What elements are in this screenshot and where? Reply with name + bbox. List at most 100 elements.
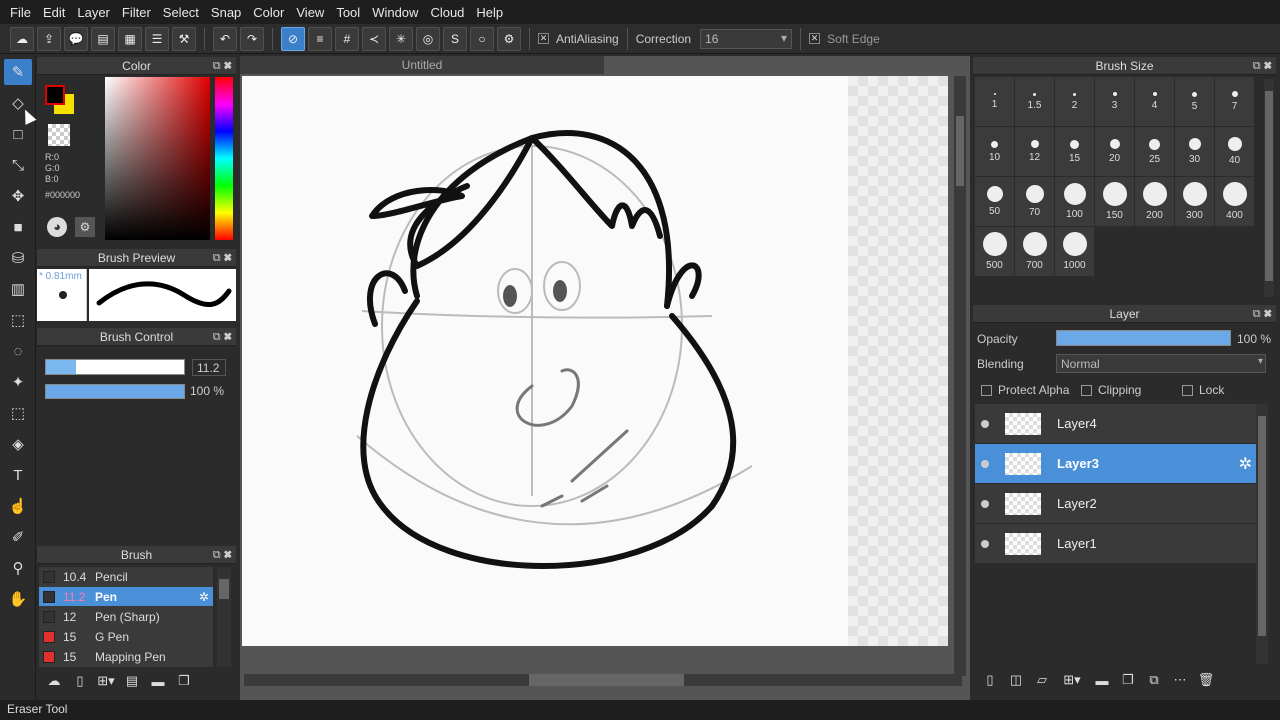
divide-tool-icon[interactable]: ✐ xyxy=(4,524,32,550)
blending-dropdown[interactable]: Normal xyxy=(1056,354,1266,373)
protect-alpha-checkbox[interactable]: Protect Alpha xyxy=(981,383,1069,397)
layer-opacity-slider[interactable] xyxy=(1056,330,1231,346)
brush-size-option[interactable]: 7 xyxy=(1215,77,1255,127)
grid-snap-icon[interactable]: # xyxy=(335,26,359,51)
clipping-checkbox[interactable]: Clipping xyxy=(1081,383,1141,397)
delete-layer-icon[interactable]: 🗑 xyxy=(1195,669,1217,691)
panel-popout-close-icon[interactable]: ⧉ ✖ xyxy=(213,249,232,267)
brush-size-scrollbar[interactable] xyxy=(1264,79,1274,297)
scroll-thumb[interactable] xyxy=(956,116,964,186)
panel-popout-close-icon[interactable]: ⧉ ✖ xyxy=(213,546,232,564)
layer-row-layer4[interactable]: Layer4 xyxy=(975,404,1256,444)
lasso-tool-icon[interactable]: ◌ xyxy=(4,338,32,364)
add-layer-menu-icon[interactable]: ⊞▾ xyxy=(1057,669,1087,691)
comment-icon[interactable]: 💬 xyxy=(64,26,88,51)
brush-size-option[interactable]: 300 xyxy=(1175,177,1215,227)
antialias-checkbox[interactable]: ✕ xyxy=(538,33,549,44)
visibility-icon[interactable] xyxy=(981,459,989,468)
snap-settings-icon[interactable]: ⚙ xyxy=(497,26,521,51)
panel-popout-close-icon[interactable]: ⧉ ✖ xyxy=(213,57,232,75)
text-tool-icon[interactable]: T xyxy=(4,462,32,488)
tools-icon[interactable]: ⚒ xyxy=(172,26,196,51)
layer-folder-icon[interactable]: ▬ xyxy=(1091,669,1113,691)
palette-icon[interactable]: ◕ xyxy=(47,217,67,237)
menu-select[interactable]: Select xyxy=(157,5,205,20)
menu-cloud[interactable]: Cloud xyxy=(424,5,470,20)
brush-size-option[interactable]: 3 xyxy=(1095,77,1135,127)
brush-size-option[interactable]: 150 xyxy=(1095,177,1135,227)
brush-item-g-pen[interactable]: 15 G Pen xyxy=(39,627,213,647)
layer-list-scrollbar[interactable] xyxy=(1256,404,1268,664)
layer-more-icon[interactable]: ⋯ xyxy=(1169,669,1191,691)
concentric-snap-icon[interactable]: ◎ xyxy=(416,26,440,51)
brush-size-value[interactable]: 11.2 xyxy=(192,359,226,376)
brush-item-pencil[interactable]: 10.4 Pencil xyxy=(39,567,213,587)
parallel-snap-icon[interactable]: ≡ xyxy=(308,26,332,51)
layer-row-layer3[interactable]: Layer3 ✲ xyxy=(975,444,1256,484)
menu-edit[interactable]: Edit xyxy=(37,5,71,20)
select-pen-tool-icon[interactable]: ⬚ xyxy=(4,400,32,426)
brush-size-option[interactable]: 25 xyxy=(1135,127,1175,177)
brush-size-option[interactable]: 30 xyxy=(1175,127,1215,177)
hue-slider[interactable] xyxy=(215,77,233,240)
brush-size-option[interactable]: 40 xyxy=(1215,127,1255,177)
undo-icon[interactable]: ↶ xyxy=(213,26,237,51)
visibility-icon[interactable] xyxy=(981,499,989,508)
snap-off-icon[interactable]: ⊘ xyxy=(281,26,305,51)
brush-size-option[interactable]: 12 xyxy=(1015,127,1055,177)
curve-snap-icon[interactable]: S xyxy=(443,26,467,51)
cloud-brush-icon[interactable]: ☁ xyxy=(43,670,65,692)
eyedropper-tool-icon[interactable]: ⚲ xyxy=(4,555,32,581)
duplicate-brush-icon[interactable]: ❐ xyxy=(173,670,195,692)
redo-icon[interactable]: ↷ xyxy=(240,26,264,51)
panel-popout-close-icon[interactable]: ⧉ ✖ xyxy=(1253,305,1272,323)
message-icon[interactable]: ▤ xyxy=(91,26,115,51)
bucket-tool-icon[interactable]: ⛁ xyxy=(4,245,32,271)
select-eraser-tool-icon[interactable]: ◈ xyxy=(4,431,32,457)
brush-size-option[interactable]: 2 xyxy=(1055,77,1095,127)
menu-file[interactable]: File xyxy=(4,5,37,20)
brush-item-pen[interactable]: 11.2 Pen ✲ xyxy=(39,587,213,607)
brush-size-option[interactable]: 500 xyxy=(975,227,1015,277)
brush-size-option[interactable]: 200 xyxy=(1135,177,1175,227)
lock-checkbox[interactable]: Lock xyxy=(1182,383,1224,397)
brush-size-option[interactable]: 10 xyxy=(975,127,1015,177)
new-layer-8bit-icon[interactable]: ▱ xyxy=(1031,669,1053,691)
scroll-thumb[interactable] xyxy=(1265,91,1273,281)
drawing-canvas[interactable] xyxy=(242,76,948,646)
select-rect-tool-icon[interactable]: ⬚ xyxy=(4,307,32,333)
saturation-value-picker[interactable] xyxy=(105,77,210,240)
new-layer-icon[interactable]: ▯ xyxy=(979,669,1001,691)
brush-size-option[interactable]: 700 xyxy=(1015,227,1055,277)
new-halftone-layer-icon[interactable]: ◫ xyxy=(1005,669,1027,691)
add-brush-icon[interactable]: ⊞▾ xyxy=(95,670,117,692)
panel-popout-close-icon[interactable]: ⧉ ✖ xyxy=(1253,57,1272,75)
scroll-thumb[interactable] xyxy=(529,674,684,686)
layer-row-layer1[interactable]: Layer1 xyxy=(975,524,1256,564)
magic-wand-tool-icon[interactable]: ✦ xyxy=(4,369,32,395)
merge-layer-icon[interactable]: ⧉ xyxy=(1143,669,1165,691)
visibility-icon[interactable] xyxy=(981,539,989,548)
brush-size-option[interactable]: 100 xyxy=(1055,177,1095,227)
vanishing-snap-icon[interactable]: ≺ xyxy=(362,26,386,51)
menu-layer[interactable]: Layer xyxy=(71,5,116,20)
canvas-horizontal-scrollbar[interactable] xyxy=(244,674,962,686)
brush-size-option[interactable]: 1.5 xyxy=(1015,77,1055,127)
dot-tool-icon[interactable]: ⤡ xyxy=(4,152,32,178)
brush-size-option[interactable]: 50 xyxy=(975,177,1015,227)
brush-size-slider[interactable] xyxy=(45,359,185,375)
page-icon[interactable]: ▦ xyxy=(118,26,142,51)
brush-size-option[interactable]: 1 xyxy=(975,77,1015,127)
soft-edge-checkbox[interactable]: ✕ xyxy=(809,33,821,44)
cloud-icon[interactable]: ☁ xyxy=(10,26,34,51)
brush-tool-icon[interactable]: ✎ xyxy=(4,59,32,85)
color-settings-icon[interactable]: ⚙ xyxy=(75,217,95,237)
scroll-thumb[interactable] xyxy=(219,579,229,599)
brush-folder-icon[interactable]: ▬ xyxy=(147,670,169,692)
brush-size-option[interactable]: 400 xyxy=(1215,177,1255,227)
brush-size-option[interactable]: 4 xyxy=(1135,77,1175,127)
brush-size-option[interactable]: 20 xyxy=(1095,127,1135,177)
visibility-icon[interactable] xyxy=(981,419,989,428)
brush-properties-icon[interactable]: ▤ xyxy=(121,670,143,692)
ellipse-snap-icon[interactable]: ○ xyxy=(470,26,494,51)
